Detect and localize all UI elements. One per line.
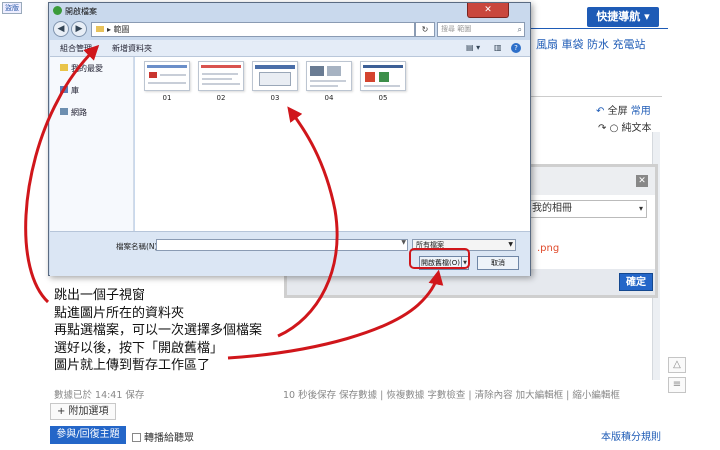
arrow-to-files (277, 106, 339, 338)
instruction-line: 選好以後，按下「開啟舊檔」 (54, 340, 224, 356)
instruction-line: 點進圖片所在的資料夾 (54, 305, 185, 321)
annotation-arrows (24, 44, 444, 360)
instruction-line: 跳出一個子視窗 (54, 288, 146, 303)
instruction-text: 跳出一個子視窗 點進圖片所在的資料夾 再點選檔案，可以一次選擇多個檔案 選好以後… (54, 287, 262, 375)
arrow-to-folder (24, 44, 100, 304)
instruction-line: 圖片就上傳到暫存工作區了 (54, 358, 211, 374)
screenshot-root: 盜版 快捷導航 ▾ 風扇 車袋 防水 充電站 ↶ 全屏 常用 ↷ ○ 純文本 ✕… (0, 0, 720, 450)
instruction-line: 再點選檔案，可以一次選擇多個檔案 (54, 323, 263, 339)
